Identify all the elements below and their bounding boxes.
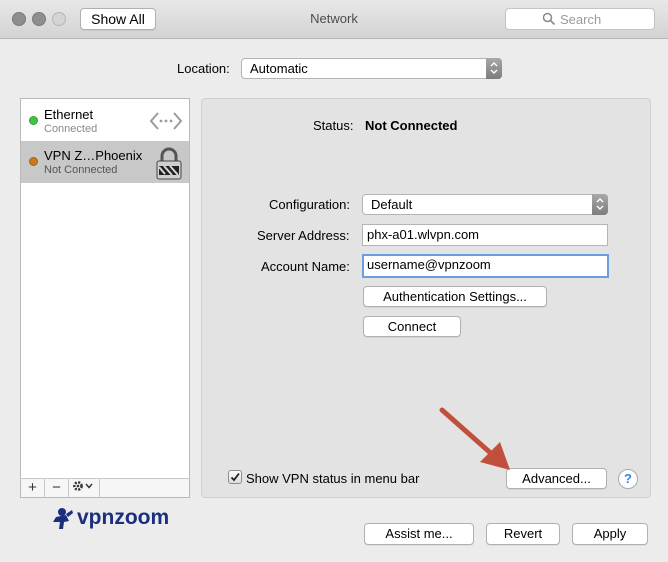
location-popup[interactable]: Automatic [241, 58, 502, 79]
actions-menu-button[interactable] [69, 479, 100, 497]
svg-text:vpnzoom: vpnzoom [77, 506, 169, 529]
show-vpn-status-checkbox[interactable] [228, 470, 242, 484]
ethernet-arrows-icon [149, 112, 183, 130]
location-value: Automatic [250, 61, 308, 76]
service-item-vpn[interactable]: VPN Z…Phoenix Not Connected [21, 141, 189, 183]
configuration-popup[interactable]: Default [362, 194, 608, 215]
title-bar: Show All Network Search [0, 0, 668, 39]
service-list-toolbar: + − [20, 478, 190, 498]
assist-me-button[interactable]: Assist me... [364, 523, 474, 545]
status-dot [29, 157, 38, 166]
account-name-label: Account Name: [261, 259, 350, 274]
help-button[interactable]: ? [618, 469, 638, 489]
account-name-field[interactable]: username@vpnzoom [362, 254, 609, 278]
show-vpn-status-label: Show VPN status in menu bar [246, 471, 420, 486]
advanced-button[interactable]: Advanced... [506, 468, 607, 489]
authentication-settings-button[interactable]: Authentication Settings... [363, 286, 547, 307]
server-address-label: Server Address: [257, 228, 350, 243]
gear-icon [73, 481, 93, 491]
connect-button[interactable]: Connect [363, 316, 461, 337]
vpnzoom-logo: vpnzoom [53, 506, 169, 529]
service-name: Ethernet [44, 107, 94, 122]
server-address-field[interactable]: phx-a01.wlvpn.com [362, 224, 608, 246]
configuration-value: Default [371, 197, 413, 212]
status-label: Status: [313, 118, 354, 133]
search-field[interactable]: Search [505, 8, 655, 30]
service-item-ethernet[interactable]: Ethernet Connected [21, 100, 189, 142]
annotation-arrow-icon [439, 407, 510, 470]
popup-stepper-icon [486, 58, 502, 79]
configuration-label: Configuration: [269, 197, 350, 212]
checkmark-icon [230, 472, 240, 482]
service-status: Connected [44, 123, 98, 135]
service-status: Not Connected [44, 164, 118, 176]
service-name: VPN Z…Phoenix [44, 148, 143, 163]
status-dot [29, 116, 38, 125]
search-placeholder: Search [560, 12, 602, 27]
location-label: Location: [177, 61, 230, 76]
search-icon [542, 12, 556, 26]
remove-service-button[interactable]: − [45, 479, 69, 497]
service-list: Ethernet Connected VPN Z…Phoenix Not Con… [20, 98, 190, 498]
vpn-lock-icon [156, 147, 182, 180]
add-service-button[interactable]: + [21, 479, 45, 497]
status-value: Not Connected [365, 118, 458, 133]
apply-button[interactable]: Apply [572, 523, 648, 545]
revert-button[interactable]: Revert [486, 523, 560, 545]
popup-stepper-icon [592, 194, 608, 215]
